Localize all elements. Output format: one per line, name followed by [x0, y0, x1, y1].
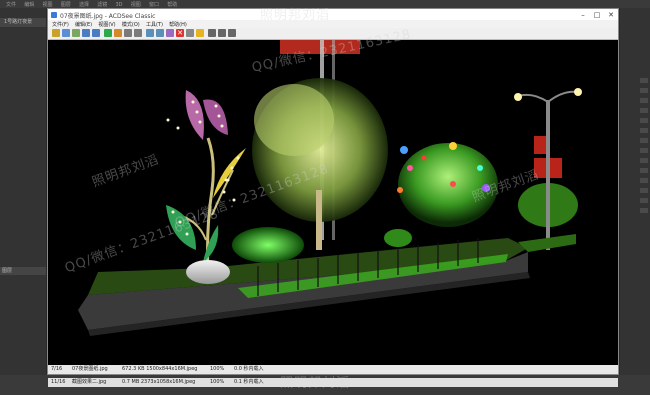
delete-icon[interactable]: ✕ — [176, 29, 184, 37]
status-index: 7/16 — [51, 366, 63, 372]
bg-panel-button[interactable] — [640, 98, 648, 103]
copy-icon[interactable] — [208, 29, 216, 37]
night-landscape-image — [78, 40, 582, 336]
info-icon[interactable] — [196, 29, 204, 37]
rotate-icon[interactable] — [104, 29, 112, 37]
image-canvas[interactable] — [48, 40, 618, 365]
status-filename: 07夜景图纸.jpg — [72, 366, 108, 372]
bg-left-panel-tab[interactable]: 图层 — [0, 267, 46, 275]
zoom-in-icon[interactable] — [124, 29, 132, 37]
viewer-menubar: 文件(F) 编辑(E) 视图(V) 模式(O) 工具(T) 帮助(H) — [48, 20, 618, 28]
status-filesize: 672.3 KB 1500x844x16M.jpeg — [122, 366, 198, 372]
print-icon[interactable] — [218, 29, 226, 37]
settings-icon[interactable] — [228, 29, 236, 37]
bg-panel-button[interactable] — [640, 118, 648, 123]
bg-status-filesize: 0.7 MB 2373x1058x16M.jpeg — [122, 379, 196, 385]
properties-icon[interactable] — [186, 29, 194, 37]
bg-panel-button[interactable] — [640, 208, 648, 213]
bg-status-index: 11/16 — [51, 379, 66, 385]
bg-panel-button[interactable] — [640, 128, 648, 133]
save-icon[interactable] — [72, 29, 80, 37]
background-app-menubar: 文件 编辑 视图 图层 选择 滤镜 3D 视图 窗口 帮助 — [0, 0, 650, 8]
slideshow-icon[interactable] — [166, 29, 174, 37]
bg-panel-button[interactable] — [640, 178, 648, 183]
prev-icon[interactable] — [82, 29, 90, 37]
minimize-button[interactable]: – — [576, 10, 590, 20]
app-icon — [51, 12, 57, 18]
window-title: 07夜景图纸.jpg - ACDSee Classic — [60, 13, 156, 20]
bg-panel-button[interactable] — [640, 138, 648, 143]
background-status-bar: 11/16 截图效果二.jpg 0.7 MB 2373x1058x16M.jpe… — [48, 378, 618, 387]
browse-icon[interactable] — [52, 29, 60, 37]
status-zoom: 100% — [210, 366, 225, 372]
next-icon[interactable] — [92, 29, 100, 37]
bg-panel-button[interactable] — [640, 198, 648, 203]
bg-status-zoom: 100% — [210, 379, 225, 385]
bg-status-filename: 截图效果二.jpg — [72, 379, 107, 385]
maximize-button[interactable]: □ — [590, 10, 604, 20]
bg-panel-button[interactable] — [640, 88, 648, 93]
open-icon[interactable] — [62, 29, 70, 37]
viewer-toolbar: ✕ — [48, 28, 618, 40]
bg-panel-button[interactable] — [640, 108, 648, 113]
bg-panel-button[interactable] — [640, 168, 648, 173]
viewer-status-bar: 7/16 07夜景图纸.jpg 672.3 KB 1500x844x16M.jp… — [48, 365, 618, 374]
bg-panel-button[interactable] — [640, 78, 648, 83]
bg-left-panel-title: 1号路灯夜景 — [0, 18, 46, 27]
fullscreen-icon[interactable] — [156, 29, 164, 37]
bg-panel-button[interactable] — [640, 158, 648, 163]
bg-status-loadtime: 0.1 秒内载入 — [234, 379, 264, 385]
background-left-panel — [0, 8, 46, 388]
edit-icon[interactable] — [114, 29, 122, 37]
bg-panel-button[interactable] — [640, 148, 648, 153]
bg-panel-button[interactable] — [640, 188, 648, 193]
close-button[interactable]: ✕ — [604, 10, 618, 20]
status-loadtime: 0.0 秒内载入 — [234, 366, 264, 372]
fit-icon[interactable] — [146, 29, 154, 37]
zoom-out-icon[interactable] — [134, 29, 142, 37]
